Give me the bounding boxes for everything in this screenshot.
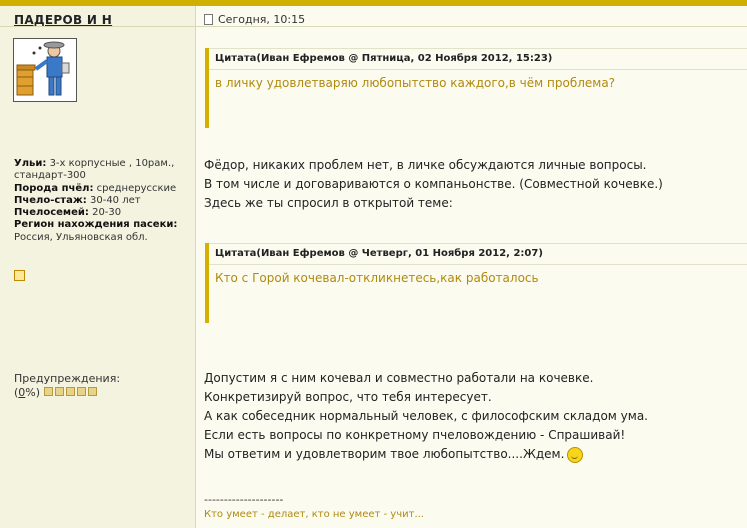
signature-separator: --------------------: [204, 493, 284, 506]
warnings-close: %): [25, 386, 41, 399]
warning-star: [54, 387, 64, 396]
warning-star: [76, 387, 86, 396]
profile-region: Регион нахождения пасеки: Россия, Ульянов…: [14, 219, 178, 243]
quote-header: Цитата(Иван Ефремов @ Пятница, 02 Ноября…: [209, 48, 747, 70]
document-icon: [204, 14, 213, 25]
signature: Кто умеет - делает, кто не умеет - учит.…: [204, 509, 424, 520]
warning-star: [65, 387, 75, 396]
post-date: Сегодня, 10:15: [218, 13, 306, 26]
warnings-block: Предупреждения: (0%): [14, 372, 120, 400]
profile-hives: Ульи: 3-х корпусные , 10рам., стандарт-3…: [14, 158, 175, 182]
profile-colonies: Пчелосемей: 20-30: [14, 207, 122, 219]
smiley-icon: [567, 446, 584, 463]
post-paragraph-2: Допустим я с ним кочевал и совместно раб…: [204, 371, 648, 463]
profile-breed: Порода пчёл: среднерусские: [14, 182, 177, 194]
author-name-link[interactable]: ПАДЕРОВ И Н: [14, 13, 112, 27]
quote-block-1: Цитата(Иван Ефремов @ Пятница, 02 Ноября…: [205, 48, 747, 128]
profile-experience: Пчело-стаж: 30-40 лет: [14, 194, 141, 206]
post-date-line: Сегодня, 10:15: [204, 13, 305, 26]
warning-star: [87, 387, 97, 396]
quote-header: Цитата(Иван Ефремов @ Четверг, 01 Ноября…: [209, 243, 747, 265]
warning-star: [43, 387, 53, 396]
warning-level-stars: [43, 386, 99, 400]
quote-body: в личку удовлетваряю любопытство каждого…: [215, 76, 616, 90]
profile-link-icon[interactable]: [14, 270, 25, 281]
quote-block-2: Цитата(Иван Ефремов @ Четверг, 01 Ноября…: [205, 243, 747, 323]
warnings-label: Предупреждения:: [14, 372, 121, 385]
quote-body: Кто с Горой кочевал-откликнетесь,как раб…: [215, 271, 539, 285]
author-profile-info: Ульи: 3-х корпусные , 10рам., стандарт-3…: [14, 158, 192, 244]
beekeeper-avatar: [13, 38, 77, 102]
post-paragraph-1: Фёдор, никаких проблем нет, в личке обсу…: [204, 158, 663, 210]
